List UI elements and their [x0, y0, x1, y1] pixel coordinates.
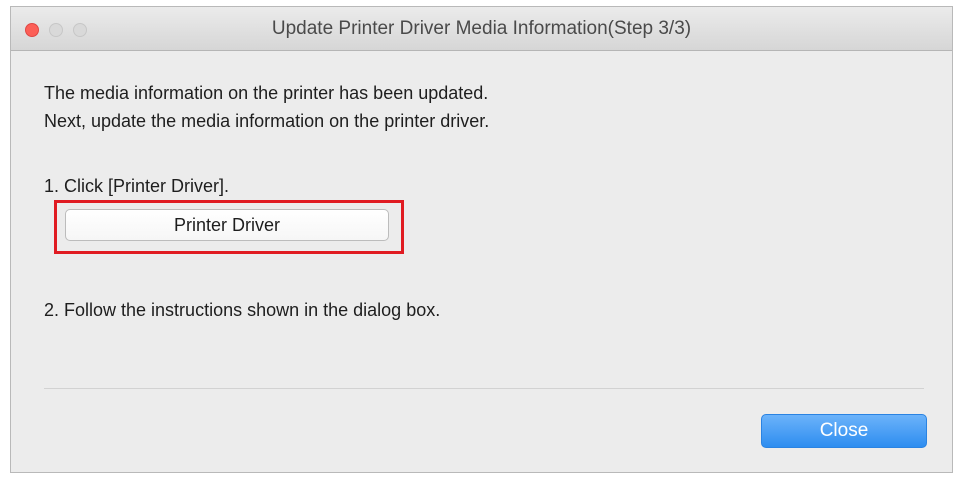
message-line-next: Next, update the media information on th… — [44, 111, 490, 131]
close-button[interactable]: Close — [761, 414, 927, 448]
footer-divider — [44, 388, 924, 389]
window-title: Update Printer Driver Media Information(… — [271, 18, 692, 39]
printer-driver-button[interactable]: Printer Driver — [65, 209, 389, 241]
dialog-window: Update Printer Driver Media Information(… — [10, 6, 953, 473]
title-bar[interactable]: Update Printer Driver Media Information(… — [11, 7, 952, 51]
step-1-instruction: 1. Click [Printer Driver]. — [44, 176, 230, 196]
step-2-instruction: 2. Follow the instructions shown in the … — [44, 300, 441, 320]
message-line-updated: The media information on the printer has… — [44, 83, 489, 103]
